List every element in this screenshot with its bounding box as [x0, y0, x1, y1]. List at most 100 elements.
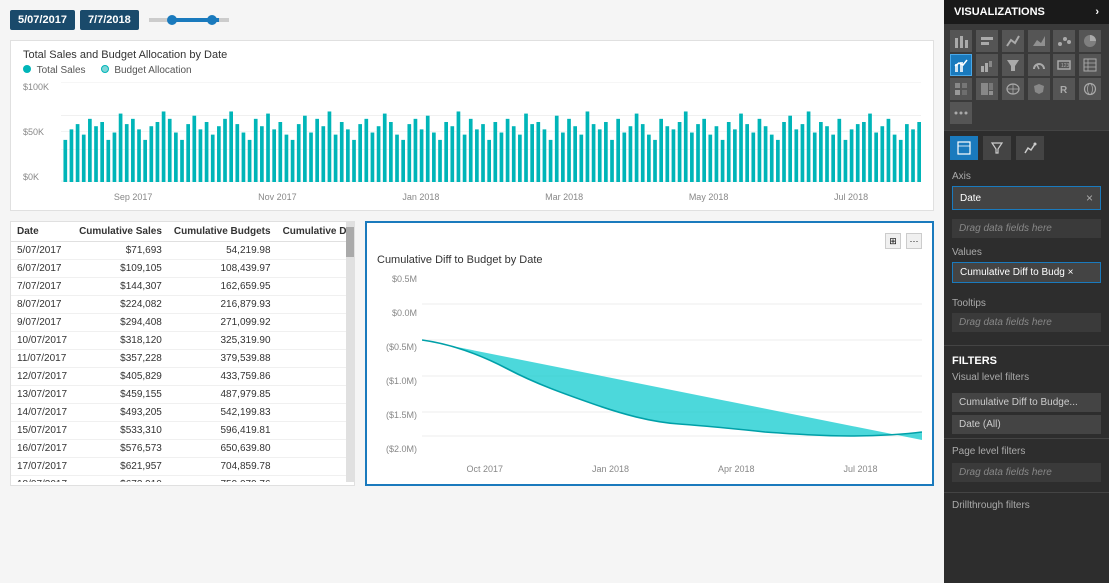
axis-section: Axis Date × — [944, 165, 1109, 219]
viz-icon-table-viz[interactable] — [1079, 54, 1101, 76]
viz-icon-bar-chart[interactable] — [976, 30, 998, 52]
table-cell: $459,155 — [73, 386, 168, 404]
table-row: 8/07/2017$224,082216,879.93$7,202 — [11, 296, 354, 314]
bottom-section: Date Cumulative Sales Cumulative Budgets… — [10, 221, 934, 486]
table-cell: $357,228 — [73, 350, 168, 368]
table-row: 13/07/2017$459,155487,979.85($28,825) — [11, 386, 354, 404]
col-header-cumulative-budgets: Cumulative Budgets — [168, 222, 277, 242]
table-cell: ($82,903) — [277, 458, 354, 476]
divider-1 — [944, 345, 1109, 346]
date-slider-bar[interactable] — [149, 18, 229, 22]
values-field-text: Cumulative Diff to Budg × — [960, 267, 1074, 278]
viz-icon-funnel[interactable] — [1002, 54, 1024, 76]
table-cell: ($28,825) — [277, 386, 354, 404]
table-row: 11/07/2017$357,228379,539.88($22,312) — [11, 350, 354, 368]
table-row: 12/07/2017$405,829433,759.86($27,931) — [11, 368, 354, 386]
line-chart-svg — [422, 274, 922, 454]
viz-icon-card[interactable]: 123 — [1053, 54, 1075, 76]
viz-scroll[interactable]: 123 R — [944, 24, 1109, 583]
table-cell: 379,539.88 — [168, 350, 277, 368]
viz-icon-waterfall[interactable] — [976, 54, 998, 76]
divider-2 — [944, 438, 1109, 439]
table-cell: 17/07/2017 — [11, 458, 73, 476]
table-cell: $576,573 — [73, 440, 168, 458]
date-slider-handle-left[interactable] — [167, 15, 177, 25]
date-start-badge[interactable]: 5/07/2017 — [10, 10, 75, 30]
viz-icon-gauge[interactable] — [1028, 54, 1050, 76]
tab-analytics[interactable] — [1016, 136, 1044, 160]
table-cell: 542,199.83 — [168, 404, 277, 422]
values-label: Values — [952, 247, 1101, 258]
axis-field-box[interactable]: Date × — [952, 186, 1101, 210]
viz-icon-matrix[interactable] — [950, 78, 972, 100]
viz-icon-globe[interactable] — [1079, 78, 1101, 100]
viz-icon-filled-map[interactable] — [1028, 78, 1050, 100]
chart-area: $100K $50K $0K — [23, 82, 921, 202]
table-scrollbar[interactable] — [346, 222, 354, 482]
table-cell: ($18,353) — [277, 278, 354, 296]
filter-item-1[interactable]: Cumulative Diff to Budge... — [952, 393, 1101, 412]
table-row: 10/07/2017$318,120325,319.90($6,200) — [11, 332, 354, 350]
date-slider-handle-right[interactable] — [207, 15, 217, 25]
viz-icons-grid: 123 R — [944, 24, 1109, 130]
table-cell: 650,639.80 — [168, 440, 277, 458]
viz-icon-more[interactable] — [950, 102, 972, 124]
filter-item-2[interactable]: Date (All) — [952, 415, 1101, 434]
table-cell: 6/07/2017 — [11, 260, 73, 278]
drillthrough-label: Drillthrough filters — [952, 500, 1101, 511]
legend-budget-allocation: Budget Allocation — [101, 65, 192, 76]
drag-fields-1[interactable]: Drag data fields here — [952, 219, 1101, 238]
table-scrollbar-thumb[interactable] — [346, 227, 354, 257]
table-header-row: Date Cumulative Sales Cumulative Budgets… — [11, 222, 354, 242]
viz-icon-stacked-bar[interactable] — [950, 30, 972, 52]
table-cell: $17,473 — [277, 242, 354, 260]
filters-label: FILTERS — [944, 350, 1109, 372]
table-cell: 5/07/2017 — [11, 242, 73, 260]
drag-fields-2[interactable]: Drag data fields here — [952, 313, 1101, 332]
tab-filter[interactable] — [983, 136, 1011, 160]
table-row: 5/07/2017$71,69354,219.98$17,473 — [11, 242, 354, 260]
popup-menu-icon[interactable]: ··· — [906, 233, 922, 249]
axis-field-close[interactable]: × — [1086, 191, 1093, 205]
table-cell: 12/07/2017 — [11, 368, 73, 386]
viz-icon-r-visual[interactable]: R — [1053, 78, 1075, 100]
viz-icon-scatter[interactable] — [1053, 30, 1075, 52]
table-cell: $224,082 — [73, 296, 168, 314]
table-cell: 14/07/2017 — [11, 404, 73, 422]
popup-expand-icon[interactable]: ⊞ — [885, 233, 901, 249]
table-row: 7/07/2017$144,307162,659.95($18,353) — [11, 278, 354, 296]
values-field-box[interactable]: Cumulative Diff to Budg × — [952, 262, 1101, 283]
table-cell: ($6,200) — [277, 332, 354, 350]
table-cell: 7/07/2017 — [11, 278, 73, 296]
viz-panel-chevron[interactable]: › — [1095, 6, 1099, 18]
table-cell: $109,105 — [73, 260, 168, 278]
data-table: Date Cumulative Sales Cumulative Budgets… — [11, 222, 354, 482]
viz-icon-treemap[interactable] — [976, 78, 998, 100]
col-header-diff-to-budget: Cumulative Diff to Budget — [277, 222, 354, 242]
table-cell: $621,957 — [73, 458, 168, 476]
table-cell: 216,879.93 — [168, 296, 277, 314]
viz-icon-area-chart[interactable] — [1028, 30, 1050, 52]
top-chart-title: Total Sales and Budget Allocation by Dat… — [23, 49, 921, 61]
table-row: 15/07/2017$533,310596,419.81($63,110) — [11, 422, 354, 440]
tab-fields[interactable] — [950, 136, 978, 160]
viz-icon-pie[interactable] — [1079, 30, 1101, 52]
viz-icon-line-chart[interactable] — [1002, 30, 1024, 52]
viz-panel-header: VISUALIZATIONS › — [944, 0, 1109, 24]
line-y-labels: $0.5M $0.0M ($0.5M) ($1.0M) ($1.5M) ($2.… — [377, 274, 417, 454]
table-cell: $672,910 — [73, 476, 168, 483]
viz-icon-combo[interactable] — [950, 54, 972, 76]
viz-icon-map[interactable] — [1002, 78, 1024, 100]
table-cell: 271,099.92 — [168, 314, 277, 332]
table-cell: 8/07/2017 — [11, 296, 73, 314]
legend-total-sales: Total Sales — [23, 65, 86, 76]
date-end-badge[interactable]: 7/7/2018 — [80, 10, 139, 30]
visual-filters-label: Visual level filters — [952, 372, 1101, 383]
table-cell: $71,693 — [73, 242, 168, 260]
drag-fields-3[interactable]: Drag data fields here — [952, 463, 1101, 482]
table-scroll[interactable]: Date Cumulative Sales Cumulative Budgets… — [11, 222, 354, 482]
table-cell: $7,202 — [277, 296, 354, 314]
table-cell: 433,759.86 — [168, 368, 277, 386]
table-cell: 10/07/2017 — [11, 332, 73, 350]
axis-field-value: Date — [960, 193, 981, 204]
